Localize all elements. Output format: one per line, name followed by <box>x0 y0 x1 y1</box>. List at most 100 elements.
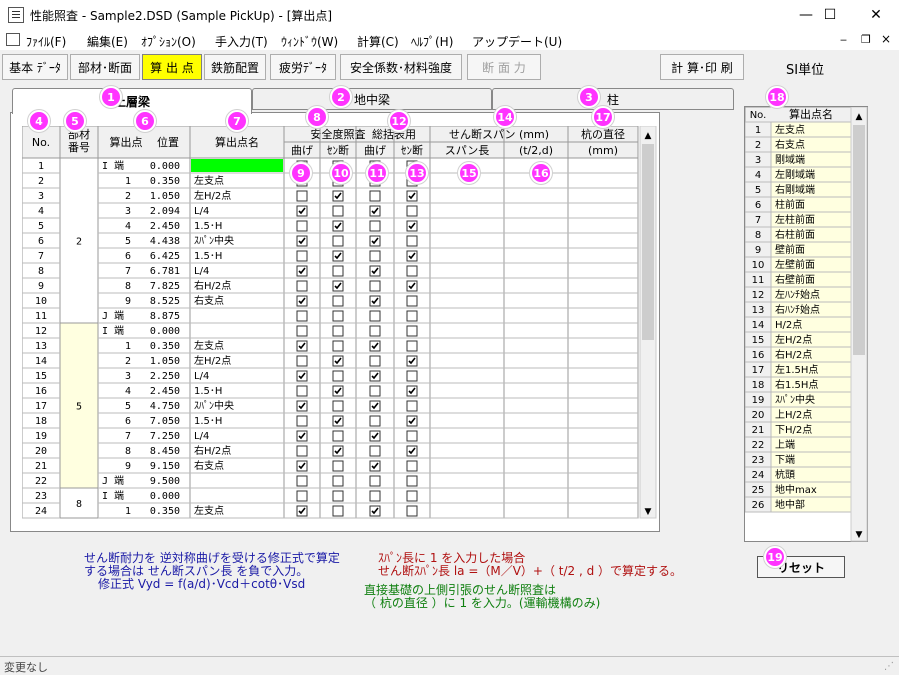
position-cell[interactable]: 0.000 <box>150 491 180 502</box>
calc-point-grid[interactable]: No.部材番号 算出点 位置 算出点名安全度照査曲げ ｾﾝ断総括表用曲げ ｾﾝ断せん断スパ… <box>22 126 662 522</box>
check-cell[interactable] <box>332 475 344 487</box>
list-item-label[interactable]: 上H/2点 <box>775 409 812 421</box>
list-item-label[interactable]: 左H/2点 <box>775 333 812 346</box>
check-cell[interactable] <box>369 475 381 487</box>
check-cell[interactable] <box>296 490 308 502</box>
list-item-label[interactable]: 右1.5H点 <box>775 378 818 391</box>
maximize-button[interactable]: ☐ <box>807 0 853 30</box>
list-item-label[interactable]: 左壁前面 <box>775 258 815 271</box>
list-item-label[interactable]: 右ﾊﾝﾁ始点 <box>775 303 820 316</box>
position-cell[interactable]: 2.094 <box>150 206 180 217</box>
position-cell[interactable]: 4.438 <box>150 236 180 247</box>
point-name-cell[interactable]: 左支点 <box>194 339 224 352</box>
list-item-label[interactable]: 左1.5H点 <box>775 363 818 376</box>
check-cell[interactable] <box>296 310 308 322</box>
list-item-label[interactable]: 右H/2点 <box>775 348 812 361</box>
list-item-label[interactable]: 右支点 <box>775 138 805 151</box>
menu-update[interactable]: アップデート(U) <box>472 33 562 50</box>
calc-point-cell[interactable]: 8 <box>125 446 131 457</box>
tab-ground-beam[interactable]: 地中梁 <box>252 88 492 110</box>
list-item-label[interactable]: 左柱前面 <box>775 213 815 226</box>
position-cell[interactable]: 7.050 <box>150 416 180 427</box>
check-cell[interactable] <box>332 235 344 247</box>
close-button[interactable]: ✕ <box>853 0 899 30</box>
check-cell[interactable] <box>406 475 418 487</box>
check-cell[interactable] <box>406 235 418 247</box>
position-cell[interactable]: 7.825 <box>150 281 180 292</box>
list-item-label[interactable]: H/2点 <box>775 319 802 331</box>
calc-point-cell[interactable]: J 端 <box>102 309 124 322</box>
check-cell[interactable] <box>332 430 344 442</box>
check-cell[interactable] <box>406 340 418 352</box>
point-name-cell[interactable]: L/4 <box>194 371 209 382</box>
menu-calc[interactable]: 計算(C) <box>357 33 399 50</box>
position-cell[interactable]: 0.350 <box>150 506 180 517</box>
position-cell[interactable]: 8.525 <box>150 296 180 307</box>
list-scrollbar-thumb[interactable] <box>853 125 865 355</box>
check-cell[interactable] <box>332 490 344 502</box>
mdi-restore-icon[interactable]: ❐ <box>861 33 871 46</box>
position-cell[interactable]: 8.875 <box>150 311 180 322</box>
check-cell[interactable] <box>406 310 418 322</box>
check-cell[interactable] <box>369 385 381 397</box>
calc-point-cell[interactable]: I 端 <box>102 324 124 337</box>
rebar-layout-button[interactable]: 鉄筋配置 <box>204 54 266 80</box>
point-name-cell[interactable]: 1.5･H <box>194 386 222 397</box>
mdi-minimize-icon[interactable]: ‒ <box>840 33 847 46</box>
menu-manual-input[interactable]: 手入力(T) <box>215 33 268 50</box>
list-item-label[interactable]: 柱前面 <box>775 198 805 211</box>
calc-point-cell[interactable]: 6 <box>125 416 131 427</box>
position-cell[interactable]: 6.425 <box>150 251 180 262</box>
position-cell[interactable]: 2.450 <box>150 386 180 397</box>
check-cell[interactable] <box>369 445 381 457</box>
point-name-cell[interactable]: 右支点 <box>194 459 224 472</box>
list-item-label[interactable]: 左支点 <box>775 123 805 136</box>
list-item-label[interactable]: 右剛域端 <box>775 183 815 196</box>
point-name-cell[interactable]: L/4 <box>194 266 209 277</box>
calc-point-cell[interactable]: J 端 <box>102 474 124 487</box>
check-cell[interactable] <box>296 220 308 232</box>
check-cell[interactable] <box>296 475 308 487</box>
check-cell[interactable] <box>369 220 381 232</box>
safety-factor-button[interactable]: 安全係数･材料強度 <box>340 54 462 80</box>
check-cell[interactable] <box>406 505 418 517</box>
check-cell[interactable] <box>296 250 308 262</box>
point-name-cell[interactable]: L/4 <box>194 206 209 217</box>
check-cell[interactable] <box>296 415 308 427</box>
calc-point-cell[interactable]: 9 <box>125 296 131 307</box>
position-cell[interactable]: 4.750 <box>150 401 180 412</box>
list-item-label[interactable]: 下端 <box>775 453 795 466</box>
calc-point-cell[interactable]: I 端 <box>102 489 124 502</box>
selected-name-cell[interactable] <box>191 159 283 172</box>
check-cell[interactable] <box>296 190 308 202</box>
calc-point-cell[interactable]: 6 <box>125 251 131 262</box>
check-cell[interactable] <box>406 490 418 502</box>
calc-point-cell[interactable]: 3 <box>125 206 131 217</box>
check-cell[interactable] <box>296 280 308 292</box>
list-item-label[interactable]: 右壁前面 <box>775 273 815 286</box>
check-cell[interactable] <box>406 205 418 217</box>
menu-window[interactable]: ｳｨﾝﾄﾞｳ(W) <box>281 33 338 50</box>
check-cell[interactable] <box>332 460 344 472</box>
list-item-label[interactable]: 地中部 <box>775 498 805 511</box>
position-cell[interactable]: 2.250 <box>150 371 180 382</box>
check-cell[interactable] <box>296 385 308 397</box>
check-cell[interactable] <box>296 445 308 457</box>
calc-point-cell[interactable]: I 端 <box>102 159 124 172</box>
check-cell[interactable] <box>332 340 344 352</box>
menu-help[interactable]: ﾍﾙﾌﾟ(H) <box>411 33 453 50</box>
scroll-down-icon[interactable]: ▼ <box>645 507 652 517</box>
scroll-up-icon[interactable]: ▲ <box>645 131 652 141</box>
check-cell[interactable] <box>369 250 381 262</box>
check-cell[interactable] <box>332 295 344 307</box>
position-cell[interactable]: 2.450 <box>150 221 180 232</box>
point-name-cell[interactable]: 左支点 <box>194 504 224 517</box>
position-cell[interactable]: 7.250 <box>150 431 180 442</box>
list-item-label[interactable]: 上端 <box>775 438 795 451</box>
menu-options[interactable]: ｵﾌﾟｼｮﾝ(O) <box>141 33 196 50</box>
point-name-cell[interactable]: 右H/2点 <box>194 444 231 457</box>
calc-point-cell[interactable]: 5 <box>125 401 131 412</box>
calc-point-cell[interactable]: 2 <box>125 356 131 367</box>
point-name-cell[interactable]: 1.5･H <box>194 221 222 232</box>
check-cell[interactable] <box>369 310 381 322</box>
